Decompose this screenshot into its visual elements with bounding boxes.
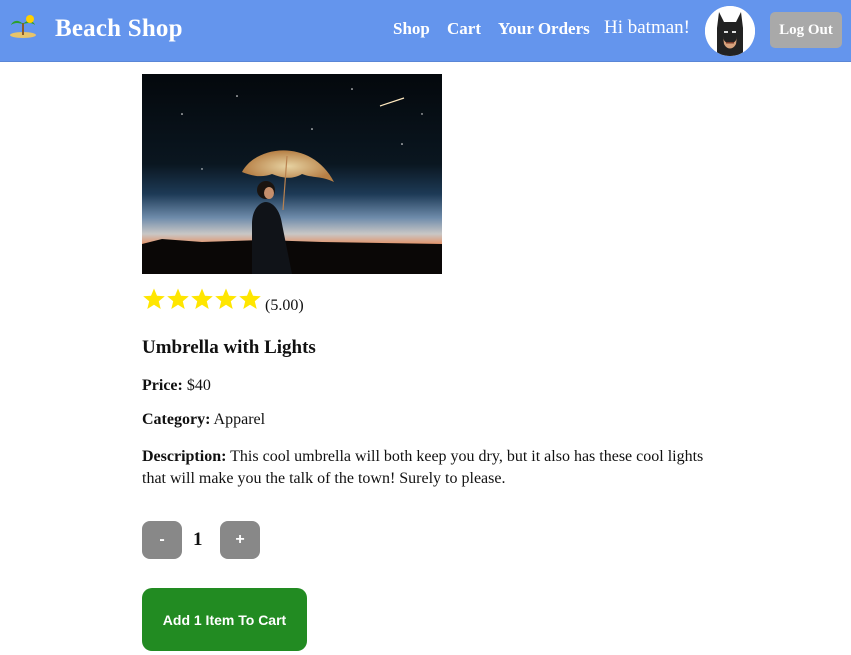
user-greeting: Hi batman! xyxy=(604,17,691,38)
nav-link-cart[interactable]: Cart xyxy=(447,19,481,39)
product-price: Price: $40 xyxy=(142,377,211,395)
avatar[interactable] xyxy=(705,6,755,56)
nav-link-your-orders[interactable]: Your Orders xyxy=(498,19,590,39)
product-image xyxy=(142,74,442,274)
brand-title[interactable]: Beach Shop xyxy=(55,15,183,43)
star-icon xyxy=(214,287,238,311)
logout-button[interactable]: Log Out xyxy=(770,12,842,48)
product-category: Category: Apparel xyxy=(142,411,265,429)
island-icon[interactable] xyxy=(9,14,37,38)
navbar: Beach Shop Shop Cart Your Orders Hi batm… xyxy=(0,0,851,62)
star-icon xyxy=(142,287,166,311)
star-icon xyxy=(166,287,190,311)
add-to-cart-button[interactable]: Add 1 Item To Cart xyxy=(142,588,307,651)
description-label: Description: xyxy=(142,448,227,465)
category-label: Category: xyxy=(142,411,211,428)
rating-value: (5.00) xyxy=(265,297,304,314)
star-icon xyxy=(190,287,214,311)
quantity-value: 1 xyxy=(193,529,203,550)
nav-link-shop[interactable]: Shop xyxy=(393,19,430,39)
star-icon xyxy=(238,287,262,311)
description-value: This cool umbrella will both keep you dr… xyxy=(142,448,704,487)
price-value: $40 xyxy=(186,377,211,394)
product-title: Umbrella with Lights xyxy=(142,337,316,358)
quantity-increase-button[interactable]: + xyxy=(220,521,260,559)
price-label: Price: xyxy=(142,377,183,394)
product-rating: (5.00) xyxy=(142,287,304,314)
category-value: Apparel xyxy=(213,411,266,428)
product-description: Description: This cool umbrella will bot… xyxy=(142,446,722,490)
quantity-decrease-button[interactable]: - xyxy=(142,521,182,559)
